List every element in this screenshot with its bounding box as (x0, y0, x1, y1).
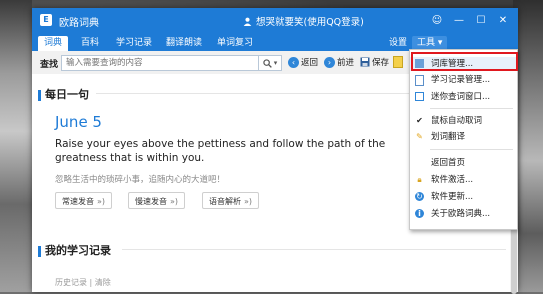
tab-translate-read[interactable]: 翻译朗读 (162, 36, 206, 51)
info-icon: i (415, 209, 424, 218)
note-icon (393, 56, 403, 68)
menu-label: 软件激活... (431, 175, 474, 185)
speaker-icon: ») (244, 197, 253, 206)
search-icon (263, 58, 272, 68)
user-icon (243, 17, 252, 26)
back-label: 返回 (301, 58, 319, 68)
forward-label: 前进 (337, 58, 355, 68)
maximize-button[interactable]: ☐ (472, 12, 490, 28)
save-label: 保存 (372, 58, 390, 68)
save-button[interactable]: 保存 (360, 56, 389, 68)
section-marker (38, 89, 41, 101)
refresh-icon: ↻ (415, 192, 424, 201)
daily-sentence-title: 每日一句 (45, 88, 89, 101)
tools-label: 工具 (417, 38, 436, 48)
menu-item-home[interactable]: 返回首页 (410, 156, 517, 170)
minimize-button[interactable]: — (450, 12, 468, 28)
doc-icon (415, 75, 424, 86)
caret-down-icon: ▾ (437, 38, 443, 48)
title-bar: E 欧路词典 想哭就要笑(使用QQ登录) ☺ — ☐ ✕ (32, 8, 518, 33)
menu-label: 返回首页 (431, 158, 466, 168)
note-button[interactable] (393, 56, 403, 68)
back-arrow-icon: ‹ (288, 56, 299, 68)
app-title: 欧路词典 (59, 18, 99, 29)
forward-arrow-icon: › (324, 56, 335, 68)
save-icon (360, 57, 370, 67)
search-input[interactable] (61, 55, 265, 71)
menu-item-update[interactable]: ↻ 软件更新... (410, 190, 517, 204)
daily-sentence-heading: 每日一句 (38, 86, 89, 102)
tab-dictionary[interactable]: 词典 (38, 36, 68, 51)
menu-separator (430, 108, 513, 109)
divider (122, 249, 506, 250)
lock-icon: 🔒︎ (417, 175, 422, 184)
dropdown-arrow-icon: ▾ (273, 59, 278, 67)
menu-label: 关于欧路词典... (431, 209, 491, 219)
user-account[interactable]: 想哭就要笑(使用QQ登录) (243, 14, 364, 28)
settings-tab[interactable]: 设置 (389, 36, 407, 51)
menu-separator (430, 149, 513, 150)
window-icon (415, 92, 424, 101)
menu-label: 划词翻译 (431, 132, 466, 142)
slow-speed-label: 慢速发音 (135, 197, 167, 206)
menu-label: 学习记录管理... (431, 75, 491, 85)
tab-word-review[interactable]: 单词复习 (213, 36, 257, 51)
normal-speed-label: 常速发音 (62, 197, 94, 206)
menu-item-about[interactable]: i 关于欧路词典... (410, 207, 517, 221)
menu-item-selection-translate[interactable]: ✎ 划词翻译 (410, 130, 517, 144)
highlight-frame (411, 52, 518, 71)
normal-speed-pronounce-button[interactable]: 常速发音») (55, 192, 113, 209)
voice-analysis-label: 语音解析 (209, 197, 241, 206)
menu-item-mini-window[interactable]: 迷你查词窗口... (410, 90, 517, 104)
speaker-icon: ») (97, 197, 106, 206)
menu-label: 鼠标自动取词 (431, 116, 483, 126)
menu-label: 迷你查词窗口... (431, 92, 491, 102)
close-button[interactable]: ✕ (494, 12, 512, 28)
tools-dropdown-menu: 词库管理... 学习记录管理... 迷你查词窗口... ✔ 鼠标自动取词 ✎ 划… (409, 49, 518, 230)
highlighter-icon: ✎ (416, 132, 423, 141)
daily-quote-english: Raise your eyes above the pettiness and … (55, 138, 386, 164)
user-name: 想哭就要笑(使用QQ登录) (256, 17, 364, 28)
smiley-icon[interactable]: ☺ (428, 12, 446, 28)
check-icon: ✔ (416, 116, 423, 125)
study-records-title: 我的学习记录 (45, 244, 111, 257)
section-marker (38, 245, 41, 257)
forward-button[interactable]: › 前进 (324, 56, 354, 68)
app-logo-icon: E (40, 14, 52, 26)
back-button[interactable]: ‹ 返回 (288, 56, 318, 68)
daily-quote-chinese: 忽略生活中的琐碎小事，追随内心的大道吧！ (55, 175, 226, 185)
slow-speed-pronounce-button[interactable]: 慢速发音») (128, 192, 186, 209)
menu-label: 软件更新... (431, 192, 474, 202)
menu-item-record-manage[interactable]: 学习记录管理... (410, 73, 517, 87)
wallpaper-left (0, 0, 32, 292)
window-controls: ☺ — ☐ ✕ (428, 12, 512, 28)
daily-date: June 5 (55, 113, 102, 131)
history-links[interactable]: 历史记录 | 清除 (55, 277, 111, 288)
voice-analysis-button[interactable]: 语音解析») (202, 192, 260, 209)
menu-item-activate[interactable]: 🔒︎ 软件激活... (410, 173, 517, 187)
menu-item-mouse-capture[interactable]: ✔ 鼠标自动取词 (410, 114, 517, 128)
speaker-icon: ») (170, 197, 179, 206)
tab-study-records[interactable]: 学习记录 (112, 36, 156, 51)
search-label: 查找 (40, 60, 59, 70)
search-button[interactable]: ▾ (258, 55, 282, 71)
tab-encyclopedia[interactable]: 百科 (76, 36, 104, 51)
study-records-heading: 我的学习记录 (38, 242, 111, 258)
